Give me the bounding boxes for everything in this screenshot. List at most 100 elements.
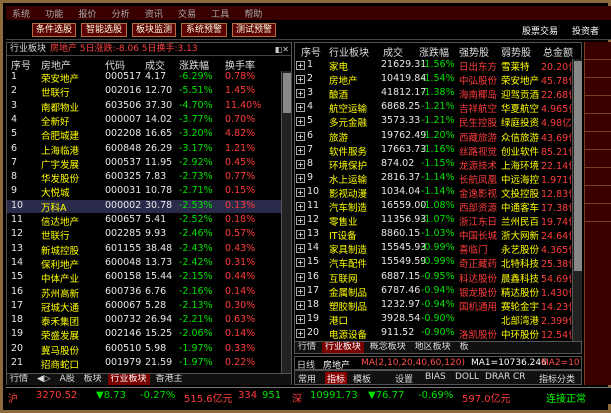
expand-icon[interactable]: + <box>296 75 305 85</box>
table-row[interactable]: 19 荣盛发展 002146 15.25 -2.06% 0.14% <box>7 328 281 342</box>
table-row[interactable]: 13 新城控股 601155 38.48 -2.43% 0.43% <box>7 243 281 257</box>
expand-icon[interactable]: + <box>296 187 305 197</box>
expand-icon[interactable]: + <box>296 159 305 169</box>
table-row[interactable]: 17 冠城大通 600067 5.28 -2.13% 0.30% <box>7 300 281 314</box>
table-row[interactable]: +12 零售业 11356.93 -1.07% 浙江东日 兰州民百 19.74亿 <box>295 214 578 228</box>
tab-nav-icons[interactable]: ◀▷ <box>34 374 54 385</box>
tab-industry-sector[interactable]: 行业板块 <box>107 374 150 385</box>
period-label[interactable]: 日线 <box>297 358 315 369</box>
table-row[interactable]: +9 水上运输 2816.37 -1.14% 长航凤凰 中远海控 1.971亿 <box>295 172 578 186</box>
menu-item[interactable]: 系统 <box>6 6 36 20</box>
col-header[interactable]: 序号 <box>301 44 321 59</box>
table-row[interactable]: 10 万科A 000002 30.78 -2.53% 0.13% <box>7 199 281 214</box>
right-side-strip[interactable] <box>584 42 611 385</box>
table-row[interactable]: 20 冀马股份 600510 5.98 -1.97% 0.33% <box>7 343 281 357</box>
vertical-scrollbar[interactable] <box>572 59 582 341</box>
scroll-thumb[interactable] <box>283 73 291 113</box>
table-row[interactable]: 3 南都物业 603506 37.30 -4.70% 11.40% <box>7 100 281 114</box>
tab-more[interactable]: 板 <box>457 342 472 353</box>
tab-quotes[interactable]: 行情 <box>295 342 319 353</box>
table-row[interactable]: 11 信达地产 600657 5.41 -2.52% 0.18% <box>7 214 281 228</box>
tab-region-sector[interactable]: 地区板块 <box>412 342 454 353</box>
menu-item[interactable]: 分析 <box>106 6 136 20</box>
table-row[interactable]: 18 泰禾集团 000732 26.94 -2.21% 0.63% <box>7 314 281 328</box>
table-row[interactable]: 7 广宇发展 000537 11.95 -2.92% 0.45% <box>7 157 281 171</box>
col-header[interactable]: 行业板块 <box>329 44 369 59</box>
table-row[interactable]: 14 保利地产 600048 13.73 -2.42% 0.31% <box>7 257 281 271</box>
tab-quotes[interactable]: 行情 <box>7 374 31 385</box>
table-row[interactable]: 1 荣安地产 000517 4.17 -6.29% 0.78% <box>7 71 281 85</box>
indicator-button[interactable]: 指标 <box>325 372 348 384</box>
smart-select-button[interactable]: 智能选股 <box>81 23 127 37</box>
table-row[interactable]: +17 金属制品 6787.46 -0.94% 银龙股份 精达股份 1.430亿 <box>295 285 578 299</box>
condition-select-button[interactable]: 条件选股 <box>32 23 76 37</box>
expand-icon[interactable]: + <box>296 230 305 240</box>
expand-icon[interactable]: + <box>296 300 305 310</box>
table-row[interactable]: +11 汽车制造 16559.00 -1.08% 西部资源 中通客车 17.38亿 <box>295 200 578 214</box>
table-row[interactable]: +10 影视动漫 1034.04 -1.14% 金逸影视 文投控股 12.83亿 <box>295 186 578 200</box>
doll-button[interactable]: DOLL <box>455 372 479 382</box>
menu-item[interactable]: 交易 <box>172 6 202 20</box>
table-row[interactable]: +20 电源设备 911.52 -0.90% 洛凯股份 中环股份 12.54亿 <box>295 327 578 341</box>
drar-button[interactable]: DRAR <box>485 372 510 382</box>
tab-a-shares[interactable]: A股 <box>57 374 78 385</box>
tab-sector[interactable]: 板块 <box>81 374 105 385</box>
table-row[interactable]: +16 互联网 6887.15 -0.95% 科达股份 晨鑫科技 54.69亿 <box>295 271 578 285</box>
expand-icon[interactable]: + <box>296 286 305 296</box>
col-header[interactable]: 代码 <box>105 57 125 72</box>
table-row[interactable]: 12 世联行 002285 9.93 -2.46% 0.57% <box>7 228 281 242</box>
vertical-scrollbar[interactable] <box>281 71 291 373</box>
table-row[interactable]: +7 软件服务 17663.73 -1.16% 丝路视觉 创业软件 85.21亿 <box>295 144 578 158</box>
table-row[interactable]: +4 航空运输 6868.25 -1.21% 吉祥航空 华夏航空 4.965亿 <box>295 101 578 115</box>
expand-icon[interactable]: + <box>296 61 305 70</box>
expand-icon[interactable]: + <box>296 202 305 211</box>
col-header[interactable]: 成交 <box>145 57 165 72</box>
expand-icon[interactable]: + <box>296 272 305 282</box>
expand-icon[interactable]: + <box>296 328 305 338</box>
template-button[interactable]: 模板 <box>353 372 371 384</box>
bias-button[interactable]: BIAS <box>425 372 446 382</box>
test-alert-button[interactable]: 测试预警 <box>232 23 276 37</box>
sector-monitor-button[interactable]: 板块监测 <box>132 23 176 37</box>
system-alert-button[interactable]: 系统预警 <box>181 23 227 37</box>
table-row[interactable]: +14 家具制造 15545.93 -0.99% 喜临门 永艺股份 4.365亿 <box>295 242 578 256</box>
expand-icon[interactable]: + <box>296 314 305 324</box>
scroll-thumb[interactable] <box>574 61 582 271</box>
table-row[interactable]: 5 合肥城建 002208 16.65 -3.20% 4.82% <box>7 128 281 142</box>
tab-hk[interactable]: 香港主 <box>152 374 185 385</box>
table-row[interactable]: +18 塑胶制品 1232.97 -0.94% 国机通用 赛轮金宇 14.23亿 <box>295 299 578 313</box>
table-row[interactable]: +1 家电 21629.31 -1.56% 日出东方 雪莱特 20.20亿 <box>295 59 578 73</box>
table-row[interactable]: +8 环境保护 874.02 -1.15% 龙源技术 上海环境 22.14亿 <box>295 158 578 172</box>
col-header[interactable]: 房地产 <box>41 57 71 72</box>
common-button[interactable]: 常用 <box>298 372 316 384</box>
expand-icon[interactable]: + <box>296 216 305 226</box>
table-row[interactable]: +6 旅游 19762.49 -1.20% 西藏旅游 众信旅游 43.69亿 <box>295 130 578 144</box>
expand-icon[interactable]: + <box>296 145 305 155</box>
cr-button[interactable]: CR <box>513 372 526 382</box>
expand-icon[interactable]: + <box>296 173 305 183</box>
expand-icon[interactable]: + <box>296 117 305 127</box>
indicator-category-button[interactable]: 指标分类 <box>539 372 575 384</box>
tab-industry-sector[interactable]: 行业板块 <box>321 342 364 353</box>
connection-status[interactable]: 连接正常 <box>546 390 586 404</box>
table-row[interactable]: 9 大悦城 000031 10.78 -2.71% 0.15% <box>7 185 281 199</box>
toolbar-right-label-2[interactable]: 投资者 <box>572 24 599 37</box>
settings-button[interactable]: 设置 <box>395 372 413 384</box>
table-row[interactable]: +5 多元金融 3573.33 -1.21% 民生控股 绿庭投资 4.98亿 <box>295 115 572 129</box>
col-header[interactable]: 成交 <box>383 44 403 59</box>
table-row[interactable]: 16 苏州高新 600736 6.76 -2.16% 0.14% <box>7 286 281 300</box>
col-header[interactable]: 涨跌幅 <box>179 57 209 72</box>
table-row[interactable]: 6 上海临港 600848 26.29 -3.17% 1.21% <box>7 143 281 157</box>
menu-item[interactable]: 报价 <box>72 6 102 20</box>
col-header[interactable]: 序号 <box>11 57 31 72</box>
table-row[interactable]: 4 全新好 000007 14.02 -3.77% 0.70% <box>7 114 281 128</box>
table-row[interactable]: 21 招商蛇口 001979 21.59 -1.97% 0.22% <box>7 357 281 371</box>
col-header[interactable]: 换手率 <box>225 57 255 72</box>
table-row[interactable]: +19 港口 3928.54 -0.90% 北部湾港 2.399亿 <box>295 313 578 327</box>
col-header[interactable]: 涨跌幅 <box>419 44 449 59</box>
table-row[interactable]: 15 中体产业 600158 15.44 -2.15% 0.44% <box>7 271 281 285</box>
expand-icon[interactable]: + <box>296 89 305 99</box>
menu-item[interactable]: 帮助 <box>238 6 268 20</box>
table-row[interactable]: +2 房地产 10419.84 -1.54% 中弘股份 荣安地产 45.78亿 <box>295 73 578 87</box>
close-icon[interactable]: ◧✕ <box>275 44 289 55</box>
